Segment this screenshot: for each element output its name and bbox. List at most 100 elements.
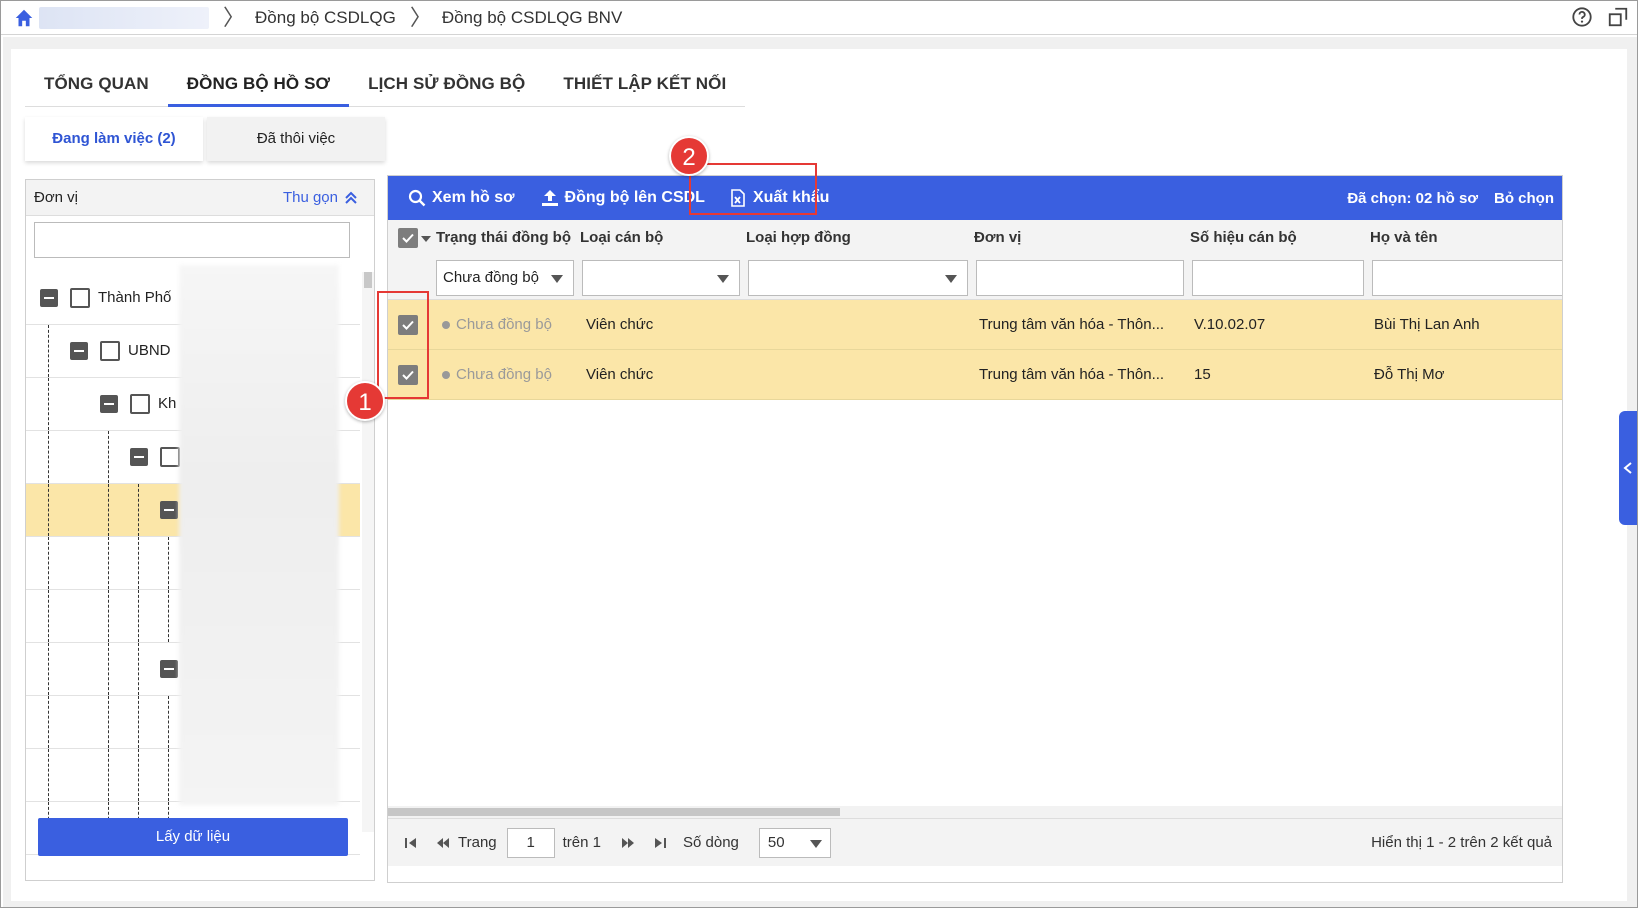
deselect-button[interactable]: Bỏ chọn	[1494, 190, 1554, 207]
status-dot-icon	[442, 371, 450, 380]
top-bar: 〉 Đồng bộ CSDLQG 〉 Đồng bộ CSDLQG BNV	[1, 1, 1637, 35]
collapse-button[interactable]: Thu gọn	[283, 189, 358, 206]
collapse-node-icon[interactable]	[40, 289, 58, 307]
cell-sync-status: Chưa đồng bộ	[442, 366, 552, 383]
contract-type-filter-select[interactable]	[748, 260, 968, 296]
page-number-input[interactable]: 1	[506, 827, 555, 858]
status-dot-icon	[442, 321, 450, 330]
scrollbar-thumb[interactable]	[388, 808, 840, 816]
popout-icon[interactable]	[1607, 6, 1629, 28]
col-contract-type[interactable]: Loại hợp đồng	[746, 229, 851, 246]
rows-per-page-select[interactable]: 50	[758, 827, 831, 858]
page-label: Trang	[458, 834, 497, 851]
cell-unit: Trung tâm văn hóa - Thôn...	[979, 316, 1165, 333]
col-full-name[interactable]: Họ và tên	[1370, 229, 1438, 246]
subtab-resigned[interactable]: Đã thôi việc	[207, 117, 385, 161]
next-page-icon[interactable]	[621, 836, 635, 850]
app-window: 〉 Đồng bộ CSDLQG 〉 Đồng bộ CSDLQG BNV TỔ…	[0, 0, 1638, 908]
collapse-label: Thu gọn	[282, 189, 338, 206]
unit-tree-title: Đơn vị	[34, 189, 79, 206]
rows-per-page-value: 50	[767, 833, 785, 851]
blurred-breadcrumb[interactable]	[39, 6, 209, 29]
main-tabs: TỔNG QUAN ĐỒNG BỘ HỒ SƠ LỊCH SỬ ĐỒNG BỘ …	[25, 67, 746, 107]
filter-row: Chưa đồng bộ	[388, 254, 1562, 300]
cell-full-name: Bùi Thị Lan Anh	[1374, 316, 1480, 333]
last-page-icon[interactable]	[653, 836, 667, 850]
select-all-checkbox[interactable]	[398, 228, 418, 248]
pagination-bar: Trang 1 trên 1 Số dòng 50 Hiển thị 1 - 2…	[388, 818, 1562, 866]
col-staff-code[interactable]: Số hiệu cán bộ	[1190, 229, 1297, 246]
caret-down-icon[interactable]	[421, 236, 431, 242]
home-icon[interactable]	[13, 7, 35, 29]
status-filter-select[interactable]: Chưa đồng bộ	[436, 260, 574, 296]
prev-page-icon[interactable]	[436, 836, 450, 850]
column-headers: Trạng thái đồng bộ Loại cán bộ Loại hợp …	[388, 220, 1562, 254]
selected-count: Đã chọn: 02 hồ sơ	[1347, 189, 1478, 207]
cell-staff-code: 15	[1194, 366, 1211, 383]
staff-code-filter-input[interactable]	[1192, 260, 1364, 296]
records-grid: Xem hồ sơ Đồng bộ lên CSDL Xuất khẩu Đã …	[387, 175, 1563, 883]
breadcrumb-current: Đồng bộ CSDLQG BNV	[441, 7, 623, 27]
collapse-node-icon[interactable]	[130, 448, 148, 466]
name-filter-input[interactable]	[1372, 260, 1562, 296]
first-page-icon[interactable]	[404, 836, 418, 850]
tree-node-label: UBND	[128, 342, 171, 359]
upload-icon	[541, 190, 558, 206]
collapse-node-icon[interactable]	[70, 342, 88, 360]
table-row[interactable]: Chưa đồng bộ Viên chức Trung tâm văn hóa…	[388, 350, 1562, 400]
cell-staff-type: Viên chức	[586, 366, 654, 383]
tree-node-label: Kh	[158, 395, 177, 412]
cell-staff-code: V.10.02.07	[1194, 316, 1266, 333]
blurred-region	[179, 265, 339, 805]
tab-sync-history[interactable]: LỊCH SỬ ĐỒNG BỘ	[349, 67, 544, 107]
sub-tabs: Đang làm việc (2) Đã thôi việc	[25, 117, 385, 161]
table-row[interactable]: Chưa đồng bộ Viên chức Trung tâm văn hóa…	[388, 300, 1562, 350]
subtab-working[interactable]: Đang làm việc (2)	[25, 117, 203, 161]
unit-tree-header: Đơn vị Thu gọn	[26, 180, 374, 216]
tab-overview[interactable]: TỔNG QUAN	[25, 67, 168, 107]
side-panel-toggle[interactable]	[1619, 411, 1637, 525]
cell-sync-status: Chưa đồng bộ	[442, 316, 552, 333]
tree-checkbox[interactable]	[100, 341, 120, 361]
collapse-node-icon[interactable]	[160, 501, 178, 519]
col-sync-status[interactable]: Trạng thái đồng bộ	[436, 229, 571, 246]
unit-search-input[interactable]	[34, 222, 350, 258]
annotation-badge-1: 1	[345, 381, 385, 421]
col-staff-type[interactable]: Loại cán bộ	[580, 229, 663, 246]
col-unit[interactable]: Đơn vị	[974, 229, 1021, 246]
annotation-badge-2: 2	[669, 136, 709, 176]
cell-unit: Trung tâm văn hóa - Thôn...	[979, 366, 1165, 383]
status-filter-value: Chưa đồng bộ	[443, 269, 539, 286]
tab-sync-records[interactable]: ĐỒNG BỘ HỒ SƠ	[167, 67, 350, 107]
grid-toolbar: Xem hồ sơ Đồng bộ lên CSDL Xuất khẩu Đã …	[388, 176, 1562, 220]
tab-connection-settings[interactable]: THIẾT LẬP KẾT NỐI	[544, 67, 745, 107]
cell-full-name: Đỗ Thị Mơ	[1374, 366, 1445, 383]
caret-down-icon	[945, 275, 957, 283]
annotation-highlight-export	[689, 163, 817, 215]
breadcrumb-separator: 〉	[223, 4, 246, 30]
grid-horizontal-scrollbar[interactable]	[388, 806, 1562, 818]
help-icon[interactable]	[1571, 6, 1593, 28]
caret-down-icon	[717, 275, 729, 283]
chevron-left-icon	[1623, 462, 1632, 474]
tree-scrollbar[interactable]	[362, 272, 374, 832]
unit-filter-input[interactable]	[976, 260, 1184, 296]
staff-type-filter-select[interactable]	[582, 260, 740, 296]
tree-node-label: Thành Phố	[98, 289, 172, 306]
sync-to-db-button[interactable]: Đồng bộ lên CSDL	[541, 189, 705, 207]
breadcrumb-item[interactable]: Đồng bộ CSDLQG	[255, 8, 396, 28]
get-data-button[interactable]: Lấy dữ liệu	[38, 818, 348, 856]
collapse-node-icon[interactable]	[100, 395, 118, 413]
view-record-button[interactable]: Xem hồ sơ	[408, 189, 515, 207]
tree-checkbox[interactable]	[70, 288, 90, 308]
tree-checkbox[interactable]	[160, 447, 180, 467]
collapse-node-icon[interactable]	[160, 660, 178, 678]
sync-to-db-label: Đồng bộ lên CSDL	[564, 189, 705, 206]
tree-scrollbar-thumb[interactable]	[364, 272, 372, 288]
annotation-highlight-checkboxes	[377, 291, 429, 399]
tree-checkbox[interactable]	[130, 394, 150, 414]
rows-per-page-label: Số dòng	[683, 834, 739, 851]
cell-staff-type: Viên chức	[586, 316, 654, 333]
view-record-label: Xem hồ sơ	[432, 189, 515, 206]
breadcrumb-separator: 〉	[409, 4, 432, 30]
